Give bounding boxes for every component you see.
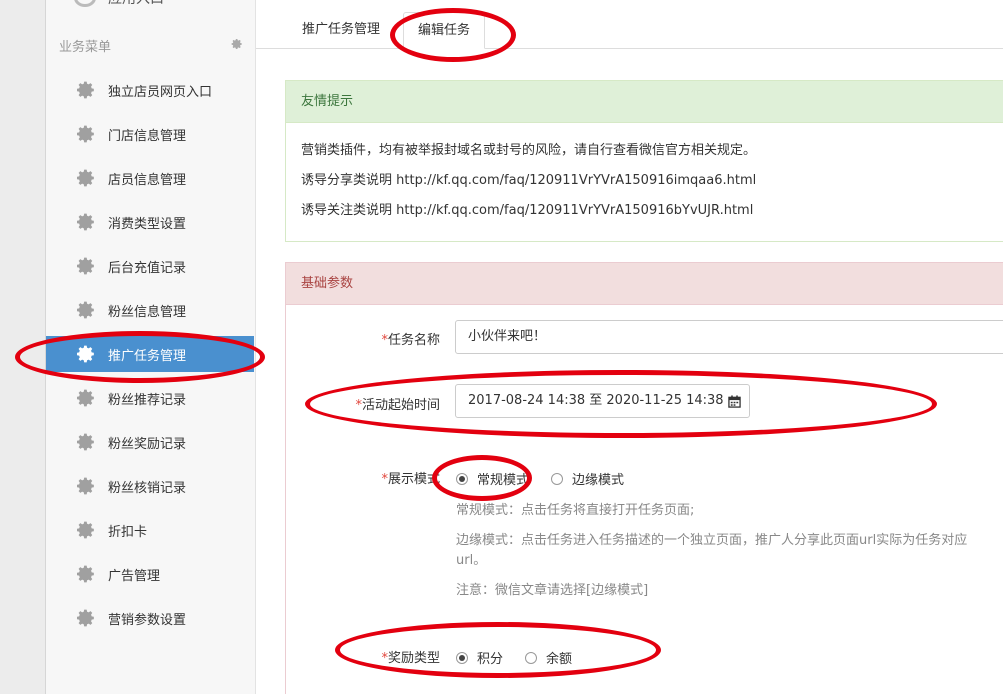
gear-icon <box>77 565 94 583</box>
display-mode-regular-option[interactable]: 常规模式 <box>456 469 529 488</box>
sidebar-item-recharge-records[interactable]: 后台充值记录 <box>46 248 254 284</box>
sidebar-item-fan-redemptions[interactable]: 粉丝核销记录 <box>46 468 254 504</box>
display-mode-edge-label: 边缘模式 <box>572 473 625 488</box>
reward-points-label: 积分 <box>477 652 504 667</box>
gear-icon <box>77 257 94 275</box>
sidebar-item-discount-card[interactable]: 折扣卡 <box>46 512 254 548</box>
activity-time-label: *活动起始时间 <box>355 394 440 413</box>
display-mode-edge-radio[interactable] <box>551 472 564 485</box>
sidebar-item-label: 后台充值记录 <box>108 260 187 276</box>
display-mode-help-regular: 常规模式：点击任务将直接打开任务页面; <box>456 503 695 518</box>
gear-icon <box>77 609 94 627</box>
tips-line-risk: 营销类插件，均有被举报封域名或封号的风险，请自行查看微信官方相关规定。 <box>301 143 757 158</box>
reward-balance-label: 余额 <box>546 652 573 667</box>
tips-line-follow-link: 诱导关注类说明 http://kf.qq.com/faq/120911VrYVr… <box>301 203 754 218</box>
sidebar-item-label: 粉丝推荐记录 <box>108 392 187 408</box>
task-name-label: *任务名称 <box>381 329 440 348</box>
display-mode-regular-radio[interactable] <box>456 472 468 485</box>
sidebar-item-ad-management[interactable]: 广告管理 <box>46 556 254 592</box>
sidebar-item-label: 推广任务管理 <box>108 348 187 364</box>
sidebar-item-fan-info[interactable]: 粉丝信息管理 <box>46 292 254 328</box>
sidebar-section-title: 业务菜单 <box>59 40 112 55</box>
gear-icon <box>77 169 94 187</box>
settings-gear-icon[interactable] <box>231 38 243 50</box>
basic-params-panel: 基础参数 *任务名称 小伙伴来吧！ *活动起始时间 2017-08-24 14:… <box>285 262 1003 694</box>
sidebar-item-marketing-settings[interactable]: 营销参数设置 <box>46 600 254 636</box>
sidebar-item-label: 门店信息管理 <box>108 128 187 144</box>
sidebar-item-fan-referrals[interactable]: 粉丝推荐记录 <box>46 380 254 416</box>
sidebar-item-promo-tasks[interactable]: 推广任务管理 <box>46 336 254 372</box>
display-mode-radio-group: 常规模式 边缘模式 <box>456 469 646 488</box>
sidebar-item-label: 粉丝信息管理 <box>108 304 187 320</box>
task-name-input[interactable]: 小伙伴来吧！ <box>455 320 1003 354</box>
gear-icon <box>77 345 94 363</box>
tips-panel-title: 友情提示 <box>286 81 1003 123</box>
sidebar-item-label: 粉丝核销记录 <box>108 480 187 496</box>
reward-points-option[interactable]: 积分 <box>456 648 503 667</box>
sidebar-item-label: 营销参数设置 <box>108 612 187 628</box>
tips-panel: 友情提示 营销类插件，均有被举报封域名或封号的风险，请自行查看微信官方相关规定。… <box>285 80 1003 242</box>
gear-icon <box>77 81 94 99</box>
display-mode-label-text: 展示模式 <box>387 472 440 487</box>
sidebar-item-standalone-clerk-entry[interactable]: 独立店员网页入口 <box>46 72 254 108</box>
sidebar-item-label: 折扣卡 <box>108 524 148 540</box>
activity-time-label-text: 活动起始时间 <box>361 398 440 413</box>
sidebar-item-fan-rewards[interactable]: 粉丝奖励记录 <box>46 424 254 460</box>
reward-points-radio[interactable] <box>456 651 468 664</box>
gear-icon <box>77 521 94 539</box>
sidebar: 应用入口 业务菜单 独立店员网页入口 门店信息管理 店员信息管理 消费类型设置 … <box>46 0 256 694</box>
display-mode-regular-label: 常规模式 <box>477 473 530 488</box>
tab-bar: 推广任务管理 编辑任务 <box>256 0 1003 49</box>
activity-time-value: 2017-08-24 14:38 至 2020-11-25 14:38 <box>468 393 724 408</box>
sidebar-item-clerk-info[interactable]: 店员信息管理 <box>46 160 254 196</box>
sidebar-item-label: 独立店员网页入口 <box>108 84 213 100</box>
sidebar-item-consume-type[interactable]: 消费类型设置 <box>46 204 254 240</box>
tips-line-share-link: 诱导分享类说明 http://kf.qq.com/faq/120911VrYVr… <box>301 173 757 188</box>
display-mode-help-edge-cont: url。 <box>456 553 487 568</box>
reward-type-radio-group: 积分 余额 <box>456 648 594 667</box>
display-mode-help-note: 注意：微信文章请选择[边缘模式] <box>456 583 649 598</box>
tab-edit-task[interactable]: 编辑任务 <box>403 12 486 49</box>
sidebar-top-label: 应用入口 <box>108 0 164 8</box>
tab-promo-task-management[interactable]: 推广任务管理 <box>288 12 394 49</box>
activity-time-picker[interactable]: 2017-08-24 14:38 至 2020-11-25 14:38 <box>455 384 750 418</box>
reward-balance-option[interactable]: 余额 <box>525 648 572 667</box>
calendar-icon <box>727 394 741 408</box>
gear-icon <box>77 477 94 495</box>
gear-icon <box>77 301 94 319</box>
basic-params-title: 基础参数 <box>286 263 1003 305</box>
sidebar-item-label: 消费类型设置 <box>108 216 187 232</box>
reward-type-label: *奖励类型 <box>381 647 440 666</box>
gear-icon <box>77 125 94 143</box>
reward-type-label-text: 奖励类型 <box>387 651 440 666</box>
display-mode-help-edge: 边缘模式：点击任务进入任务描述的一个独立页面，推广人分享此页面url实际为任务对… <box>456 533 968 548</box>
gear-icon <box>77 213 94 231</box>
sidebar-top-item[interactable]: 应用入口 <box>74 0 164 8</box>
sidebar-item-label: 广告管理 <box>108 568 161 584</box>
gear-icon <box>77 433 94 451</box>
sidebar-item-store-info[interactable]: 门店信息管理 <box>46 116 254 152</box>
reward-balance-radio[interactable] <box>525 651 538 664</box>
left-icon-strip <box>0 0 46 694</box>
sidebar-item-label: 粉丝奖励记录 <box>108 436 187 452</box>
sidebar-section-header: 业务菜单 <box>59 36 243 56</box>
task-name-label-text: 任务名称 <box>387 333 440 348</box>
display-mode-edge-option[interactable]: 边缘模式 <box>551 469 624 488</box>
gear-icon <box>77 389 94 407</box>
chat-bubble-icon <box>74 0 96 7</box>
sidebar-item-label: 店员信息管理 <box>108 172 187 188</box>
display-mode-label: *展示模式 <box>381 468 440 487</box>
